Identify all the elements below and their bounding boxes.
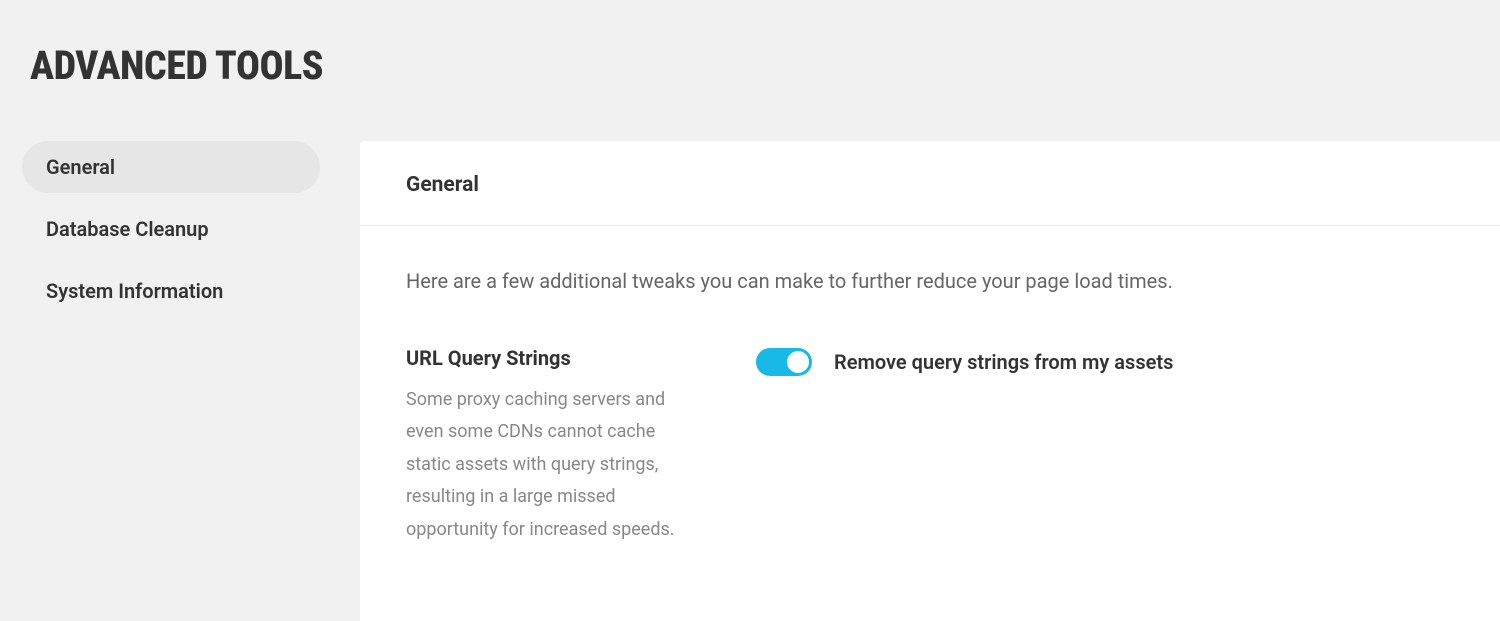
setting-left: URL Query Strings Some proxy caching ser… <box>406 346 716 546</box>
panel-header-title: General <box>406 173 1454 197</box>
panel-intro: Here are a few additional tweaks you can… <box>406 266 1454 296</box>
layout-container: General Database Cleanup System Informat… <box>0 89 1500 621</box>
sidebar-item-database-cleanup[interactable]: Database Cleanup <box>22 203 320 255</box>
sidebar-item-system-information[interactable]: System Information <box>22 265 320 317</box>
sidebar-item-label: System Information <box>46 279 223 303</box>
sidebar-item-label: General <box>46 155 115 179</box>
main-panel: General Here are a few additional tweaks… <box>360 141 1500 621</box>
sidebar: General Database Cleanup System Informat… <box>0 141 360 621</box>
toggle-label: Remove query strings from my assets <box>834 350 1173 374</box>
setting-right: Remove query strings from my assets <box>716 346 1173 376</box>
sidebar-item-label: Database Cleanup <box>46 217 209 241</box>
setting-row-url-query-strings: URL Query Strings Some proxy caching ser… <box>406 346 1454 546</box>
panel-body: Here are a few additional tweaks you can… <box>360 226 1500 546</box>
sidebar-item-general[interactable]: General <box>22 141 320 193</box>
toggle-remove-query-strings[interactable] <box>756 348 812 376</box>
setting-title: URL Query Strings <box>406 346 686 370</box>
panel-header: General <box>360 141 1500 226</box>
page-title: ADVANCED TOOLS <box>0 0 1500 89</box>
setting-description: Some proxy caching servers and even some… <box>406 384 686 546</box>
toggle-knob-icon <box>787 351 809 373</box>
